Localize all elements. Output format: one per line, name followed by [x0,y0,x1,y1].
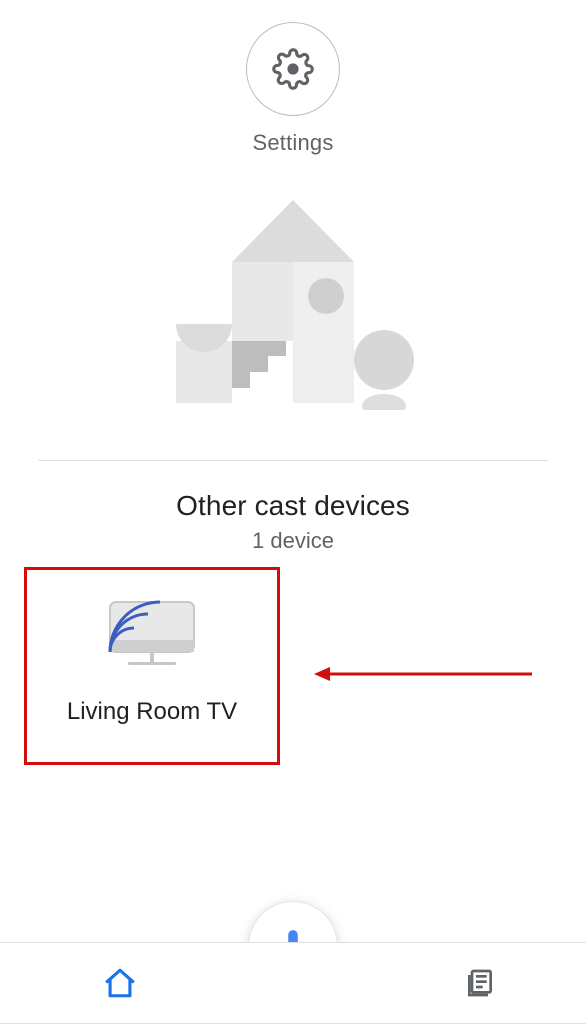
feed-icon [464,967,496,999]
settings-button[interactable] [246,22,340,116]
section-title: Other cast devices [0,490,586,522]
divider [38,460,548,461]
device-name-label: Living Room TV [67,698,237,726]
device-living-room-tv[interactable]: Living Room TV [24,567,280,765]
bottom-nav [0,942,586,1024]
settings-block: Settings [0,22,586,156]
nav-home[interactable] [100,963,140,1003]
section-subtitle: 1 device [0,528,586,554]
home-icon [103,966,137,1000]
nav-feed[interactable] [460,963,500,1003]
annotation-arrow [314,664,532,684]
cast-devices-section: Other cast devices 1 device [0,490,586,554]
gear-icon [272,48,314,90]
cast-tv-icon [104,596,200,672]
home-illustration [158,200,428,410]
settings-label: Settings [252,130,333,156]
